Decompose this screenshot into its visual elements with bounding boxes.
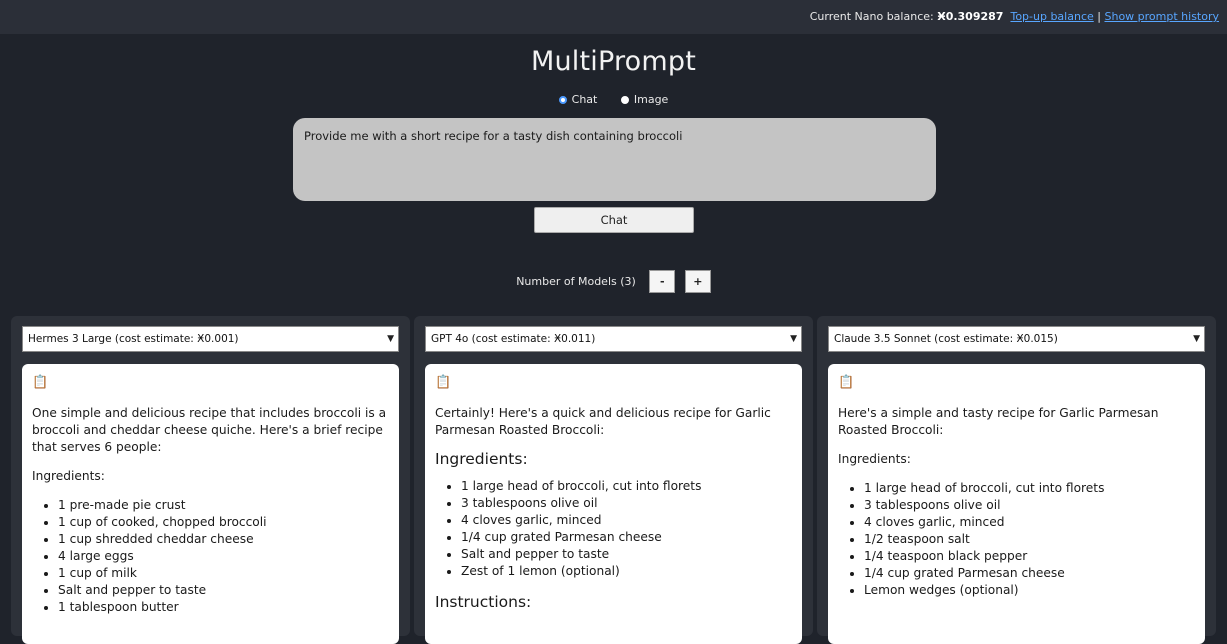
chevron-down-icon: ▼ [387, 334, 394, 344]
radio-unselected-icon [620, 96, 629, 104]
radio-selected-icon [558, 96, 567, 104]
response-heading: Ingredients: [32, 469, 105, 483]
mode-chat-radio[interactable]: Chat [558, 93, 598, 106]
response-intro: Certainly! Here's a quick and delicious … [435, 406, 771, 437]
topup-link[interactable]: Top-up balance [1010, 10, 1093, 23]
model-select-value: Hermes 3 Large (cost estimate: Ӿ0.001) [28, 333, 239, 345]
add-model-button[interactable]: + [684, 270, 711, 293]
response-intro: One simple and delicious recipe that inc… [32, 406, 387, 454]
mode-selector: Chat Image [0, 93, 1227, 106]
mode-chat-label: Chat [571, 93, 598, 106]
clipboard-icon[interactable]: 📋 [32, 374, 48, 391]
top-bar: Current Nano balance: Ӿ0.309287 Top-up b… [0, 0, 1227, 34]
model-panel-1: Hermes 3 Large (cost estimate: Ӿ0.001) ▼… [11, 316, 410, 644]
model-panel-2: GPT 4o (cost estimate: Ӿ0.011) ▼ 📋 Certa… [414, 316, 813, 644]
remove-model-button[interactable]: - [649, 270, 676, 293]
model-select-3[interactable]: Claude 3.5 Sonnet (cost estimate: Ӿ0.015… [828, 326, 1205, 352]
list-item: 1 pre-made pie crust [58, 497, 389, 514]
chat-button[interactable]: Chat [534, 207, 694, 233]
response-box-2: 📋 Certainly! Here's a quick and deliciou… [425, 364, 802, 644]
model-select-2[interactable]: GPT 4o (cost estimate: Ӿ0.011) ▼ [425, 326, 802, 352]
list-item: 1/4 cup grated Parmesan cheese [864, 565, 1195, 582]
model-select-1[interactable]: Hermes 3 Large (cost estimate: Ӿ0.001) ▼ [22, 326, 399, 352]
list-item: Lemon wedges (optional) [864, 582, 1195, 599]
list-item: Salt and pepper to taste [461, 546, 792, 563]
list-item: 4 cloves garlic, minced [461, 512, 792, 529]
list-item: 1 cup of cooked, chopped broccoli [58, 514, 389, 531]
chevron-down-icon: ▼ [790, 334, 797, 344]
list-item: 4 large eggs [58, 548, 389, 565]
list-item: 1/4 teaspoon black pepper [864, 548, 1195, 565]
model-panel-3: Claude 3.5 Sonnet (cost estimate: Ӿ0.015… [817, 316, 1216, 644]
chevron-down-icon: ▼ [1193, 334, 1200, 344]
response-box-3: 📋 Here's a simple and tasty recipe for G… [828, 364, 1205, 644]
models-control: Number of Models (3) - + [0, 270, 1227, 293]
list-item: 1 tablespoon butter [58, 599, 389, 616]
ingredient-list: 1 large head of broccoli, cut into flore… [838, 480, 1195, 599]
list-item: 3 tablespoons olive oil [461, 495, 792, 512]
mode-image-radio[interactable]: Image [620, 93, 669, 106]
list-item: 1 large head of broccoli, cut into flore… [461, 478, 792, 495]
clipboard-icon[interactable]: 📋 [435, 374, 451, 391]
instructions-heading: Instructions: [435, 593, 532, 611]
list-item: 4 cloves garlic, minced [864, 514, 1195, 531]
list-item: 1 large head of broccoli, cut into flore… [864, 480, 1195, 497]
model-select-value: GPT 4o (cost estimate: Ӿ0.011) [431, 333, 596, 345]
list-item: 1/4 cup grated Parmesan cheese [461, 529, 792, 546]
models-count-label: Number of Models (3) [516, 275, 636, 288]
clipboard-icon[interactable]: 📋 [838, 374, 854, 391]
balance-value: Ӿ0.309287 [937, 10, 1004, 23]
model-select-value: Claude 3.5 Sonnet (cost estimate: Ӿ0.015… [834, 333, 1058, 345]
list-item: 1 cup shredded cheddar cheese [58, 531, 389, 548]
list-item: 1 cup of milk [58, 565, 389, 582]
list-item: 3 tablespoons olive oil [864, 497, 1195, 514]
ingredient-list: 1 pre-made pie crust 1 cup of cooked, ch… [32, 497, 389, 616]
ingredient-list: 1 large head of broccoli, cut into flore… [435, 478, 792, 580]
response-box-1: 📋 One simple and delicious recipe that i… [22, 364, 399, 644]
mode-image-label: Image [633, 93, 669, 106]
prompt-textarea[interactable]: Provide me with a short recipe for a tas… [293, 118, 936, 201]
link-separator: | [1097, 10, 1101, 23]
balance-area: Current Nano balance: Ӿ0.309287 Top-up b… [810, 0, 1219, 34]
list-item: Salt and pepper to taste [58, 582, 389, 599]
app-title: MultiPrompt [530, 46, 697, 77]
response-intro: Here's a simple and tasty recipe for Gar… [838, 406, 1159, 437]
list-item: 1/2 teaspoon salt [864, 531, 1195, 548]
prompt-history-link[interactable]: Show prompt history [1104, 10, 1219, 23]
response-heading: Ingredients: [838, 452, 911, 466]
response-heading: Ingredients: [435, 450, 528, 468]
balance-label: Current Nano balance: [809, 10, 934, 23]
list-item: Zest of 1 lemon (optional) [461, 563, 792, 580]
